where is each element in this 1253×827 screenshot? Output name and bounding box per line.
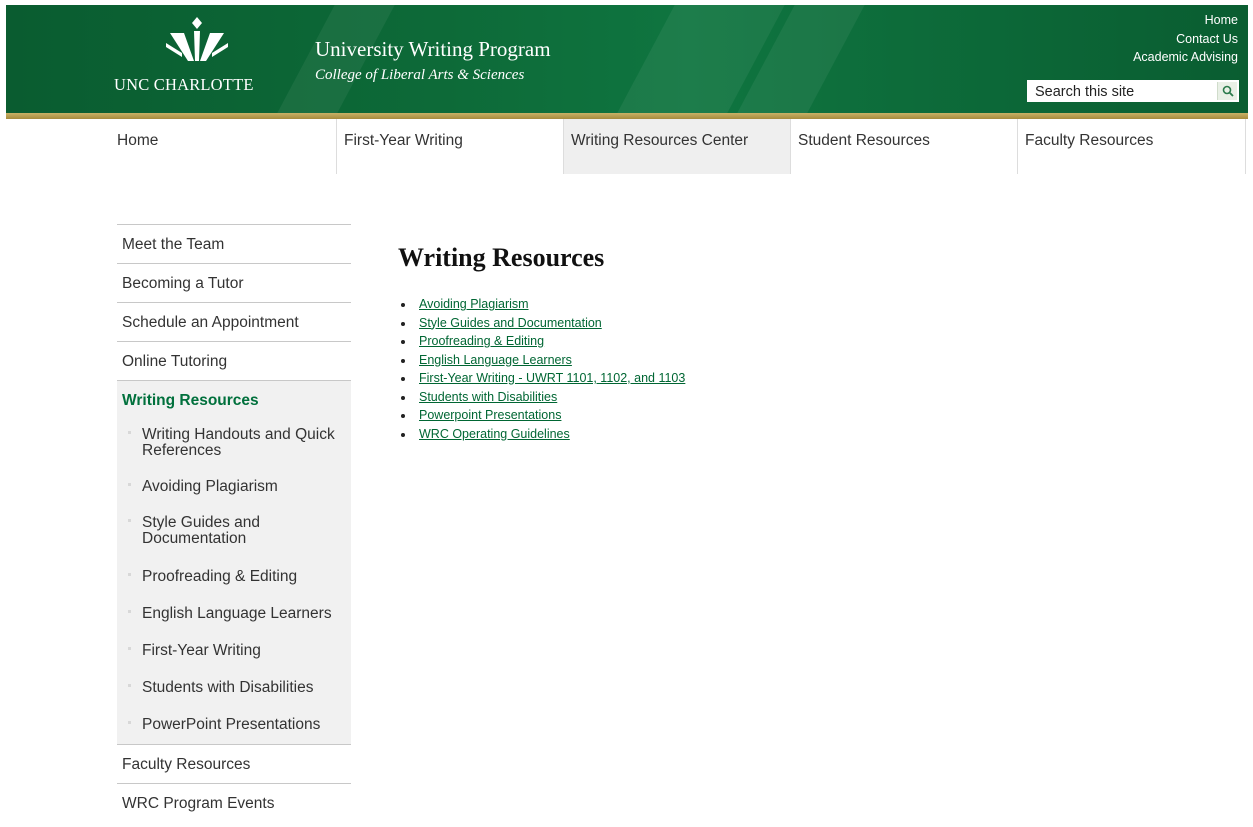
bullet-icon (128, 647, 131, 650)
sidebar-subitem-label: PowerPoint Presentations (142, 716, 321, 733)
bullet-icon (128, 431, 131, 434)
sidebar-subitem-students-with-disabilities[interactable]: Students with Disabilities (117, 670, 351, 707)
bullet-icon (128, 519, 131, 522)
sidebar-item-faculty-resources[interactable]: Faculty Resources (117, 744, 351, 783)
main-nav: Home First-Year Writing Writing Resource… (110, 119, 1246, 174)
site-title[interactable]: University Writing Program (315, 37, 551, 62)
sidebar-subitem-proofreading[interactable]: Proofreading & Editing (117, 558, 351, 596)
sidebar-subitem-first-year-writing[interactable]: First-Year Writing (117, 633, 351, 670)
nav-item-home[interactable]: Home (110, 119, 337, 174)
bullet-icon (128, 684, 131, 687)
sidebar-item-becoming-a-tutor[interactable]: Becoming a Tutor (117, 263, 351, 302)
sidebar-subitem-label: English Language Learners (142, 605, 332, 622)
list-item: Style Guides and Documentation (400, 314, 685, 333)
site-subtitle: College of Liberal Arts & Sciences (315, 67, 525, 83)
sidebar-item-online-tutoring[interactable]: Online Tutoring (117, 341, 351, 380)
search-input[interactable] (1027, 80, 1213, 102)
sidebar-subitem-label: Writing Handouts and Quick References (142, 426, 335, 459)
sidebar-item-schedule-appointment[interactable]: Schedule an Appointment (117, 302, 351, 341)
list-item: English Language Learners (400, 351, 685, 370)
link-proofreading-editing[interactable]: Proofreading & Editing (419, 334, 544, 348)
search-icon (1222, 85, 1234, 97)
link-students-with-disabilities[interactable]: Students with Disabilities (419, 390, 557, 404)
list-item: Proofreading & Editing (400, 332, 685, 351)
sidebar-subitem-powerpoint-presentations[interactable]: PowerPoint Presentations (117, 707, 351, 744)
link-english-language-learners[interactable]: English Language Learners (419, 353, 572, 367)
sidebar-subitem-label: First-Year Writing (142, 642, 261, 659)
sidebar-subitem-label: Avoiding Plagiarism (142, 478, 278, 495)
logo-text: UNC CHARLOTTE (114, 75, 254, 94)
sidebar-subitem-avoiding-plagiarism[interactable]: Avoiding Plagiarism (117, 468, 351, 507)
nav-item-writing-resources-center[interactable]: Writing Resources Center (564, 119, 791, 174)
link-first-year-writing[interactable]: First-Year Writing - UWRT 1101, 1102, an… (419, 371, 685, 385)
sidebar-subitem-writing-handouts[interactable]: Writing Handouts and Quick References (117, 419, 351, 468)
sidebar-item-meet-the-team[interactable]: Meet the Team (117, 224, 351, 263)
list-item: WRC Operating Guidelines (400, 425, 685, 444)
sidebar-sub-list: Writing Handouts and Quick References Av… (117, 419, 351, 744)
sidebar-subitem-style-guides[interactable]: Style Guides and Documentation (117, 507, 307, 558)
link-powerpoint-presentations[interactable]: Powerpoint Presentations (419, 408, 561, 422)
bullet-icon (128, 483, 131, 486)
link-wrc-operating-guidelines[interactable]: WRC Operating Guidelines (419, 427, 570, 441)
list-item: Avoiding Plagiarism (400, 295, 685, 314)
crown-logo-icon (166, 17, 228, 61)
nav-item-faculty-resources[interactable]: Faculty Resources (1018, 119, 1246, 174)
search-box (1027, 80, 1239, 102)
list-item: Powerpoint Presentations (400, 406, 685, 425)
utility-links: Home Contact Us Academic Advising (1133, 11, 1238, 67)
unc-charlotte-logo[interactable]: UNC CHARLOTTE (114, 17, 284, 107)
sidebar-subitem-label: Students with Disabilities (142, 679, 314, 696)
util-link-academic-advising[interactable]: Academic Advising (1133, 48, 1238, 67)
nav-item-student-resources[interactable]: Student Resources (791, 119, 1018, 174)
util-link-contact-us[interactable]: Contact Us (1133, 30, 1238, 49)
link-avoiding-plagiarism[interactable]: Avoiding Plagiarism (419, 297, 529, 311)
page-title: Writing Resources (398, 243, 605, 272)
bullet-icon (128, 610, 131, 613)
site-header: UNC CHARLOTTE University Writing Program… (6, 5, 1248, 113)
sidebar-subitem-label: Style Guides and Documentation (142, 514, 261, 547)
list-item: First-Year Writing - UWRT 1101, 1102, an… (400, 369, 685, 388)
sidebar-item-writing-resources[interactable]: Writing Resources (117, 380, 351, 419)
sidebar-subitem-label: Proofreading & Editing (142, 568, 298, 585)
list-item: Students with Disabilities (400, 388, 685, 407)
sidebar-subitem-english-language-learners[interactable]: English Language Learners (117, 596, 351, 633)
bullet-icon (128, 721, 131, 724)
search-button[interactable] (1217, 82, 1237, 100)
nav-item-first-year-writing[interactable]: First-Year Writing (337, 119, 564, 174)
resource-link-list: Avoiding Plagiarism Style Guides and Doc… (400, 295, 685, 443)
link-style-guides[interactable]: Style Guides and Documentation (419, 316, 602, 330)
bullet-icon (128, 573, 131, 576)
sidebar-nav: Meet the Team Becoming a Tutor Schedule … (117, 224, 351, 822)
util-link-home[interactable]: Home (1133, 11, 1238, 30)
sidebar-item-wrc-program-events[interactable]: WRC Program Events (117, 783, 351, 822)
